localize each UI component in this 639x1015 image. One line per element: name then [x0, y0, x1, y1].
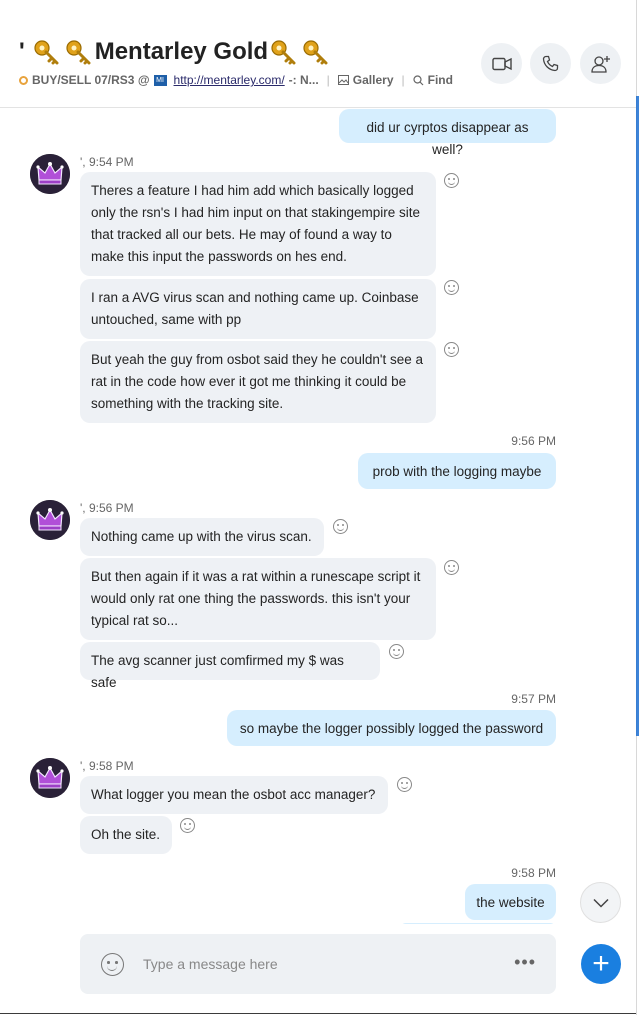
message-bubble-partial	[400, 923, 556, 924]
phone-icon	[542, 55, 559, 72]
add-content-button[interactable]: +	[581, 944, 621, 984]
message-bubble-incoming[interactable]: But yeah the guy from osbot said they he…	[80, 341, 436, 423]
find-button[interactable]: Find	[413, 73, 453, 87]
title-prefix: '	[19, 38, 25, 65]
video-camera-icon	[491, 57, 512, 70]
search-icon	[413, 74, 424, 85]
chevron-down-icon	[592, 898, 609, 908]
avatar[interactable]	[30, 500, 70, 540]
mood-prefix: BUY/SELL 07/RS3 @	[32, 73, 150, 87]
add-reaction-icon[interactable]	[397, 777, 412, 792]
add-reaction-icon[interactable]	[333, 519, 348, 534]
add-reaction-icon[interactable]	[389, 644, 404, 659]
site-logo-icon: MI	[153, 74, 167, 86]
audio-call-button[interactable]	[530, 43, 571, 84]
sender-timestamp: ', 9:58 PM	[80, 759, 134, 773]
sender-timestamp: ', 9:56 PM	[80, 501, 134, 515]
crown-avatar-icon	[30, 758, 70, 798]
message-input[interactable]	[143, 952, 483, 976]
message-bubble-incoming[interactable]: I ran a AVG virus scan and nothing came …	[80, 279, 436, 339]
avatar[interactable]	[30, 154, 70, 194]
key-icon	[65, 39, 93, 65]
message-bubble-incoming[interactable]: The avg scanner just comfirmed my $ was …	[80, 642, 380, 690]
gallery-label: Gallery	[352, 73, 394, 87]
more-options-icon[interactable]: •••	[514, 953, 536, 971]
message-timestamp: 9:58 PM	[511, 866, 556, 880]
status-away-icon	[19, 75, 28, 85]
message-bubble-outgoing[interactable]: so maybe the logger possibly logged the …	[227, 710, 556, 746]
add-reaction-icon[interactable]	[180, 818, 195, 833]
crown-avatar-icon	[30, 500, 70, 540]
message-bubble-outgoing[interactable]: prob with the logging maybe	[358, 453, 556, 489]
message-bubble-outgoing[interactable]: the website	[465, 884, 556, 920]
mood-suffix: -: N...	[288, 73, 319, 87]
add-reaction-icon[interactable]	[444, 173, 459, 188]
find-label: Find	[427, 73, 453, 87]
key-icon	[270, 39, 298, 65]
message-bubble-incoming[interactable]: But then again if it was a rat within a …	[80, 558, 436, 640]
gallery-icon	[337, 75, 349, 85]
message-composer: •••	[80, 934, 556, 994]
divider: |	[326, 73, 330, 87]
gallery-button[interactable]: Gallery	[337, 73, 394, 87]
divider: |	[401, 73, 405, 87]
emoji-icon[interactable]	[101, 953, 124, 976]
message-timestamp: 9:57 PM	[511, 692, 556, 706]
mood-message: BUY/SELL 07/RS3 @ MI http://mentarley.co…	[19, 73, 469, 87]
crown-avatar-icon	[30, 154, 70, 194]
message-bubble-incoming[interactable]: Theres a feature I had him add which bas…	[80, 172, 436, 276]
add-people-button[interactable]	[580, 43, 621, 84]
scroll-to-bottom-button[interactable]	[580, 882, 621, 923]
message-timestamp: 9:56 PM	[511, 434, 556, 448]
message-bubble-incoming[interactable]: Nothing came up with the virus scan.	[80, 518, 324, 556]
message-bubble-incoming[interactable]: Oh the site.	[80, 816, 172, 854]
conversation-header: ' Mentarley Gold BUY/SELL 07/RS3 @ MI ht…	[0, 0, 636, 108]
key-icon	[302, 39, 330, 65]
key-icon	[33, 39, 61, 65]
message-bubble-incoming[interactable]: What logger you mean the osbot acc manag…	[80, 776, 388, 814]
add-person-icon	[590, 55, 610, 73]
avatar[interactable]	[30, 758, 70, 798]
conversation-title[interactable]: ' Mentarley Gold	[19, 38, 332, 66]
message-bubble-outgoing[interactable]: did ur cyrptos disappear as well?	[339, 109, 556, 157]
video-call-button[interactable]	[481, 43, 522, 84]
mood-link[interactable]: http://mentarley.com/	[174, 73, 285, 87]
window-bottom-border	[0, 1013, 636, 1014]
sender-timestamp: ', 9:54 PM	[80, 155, 134, 169]
title-text: Mentarley Gold	[94, 38, 269, 65]
add-reaction-icon[interactable]	[444, 342, 459, 357]
add-reaction-icon[interactable]	[444, 560, 459, 575]
message-list[interactable]: did ur cyrptos disappear as well? ', 9:5…	[0, 108, 636, 924]
add-reaction-icon[interactable]	[444, 280, 459, 295]
